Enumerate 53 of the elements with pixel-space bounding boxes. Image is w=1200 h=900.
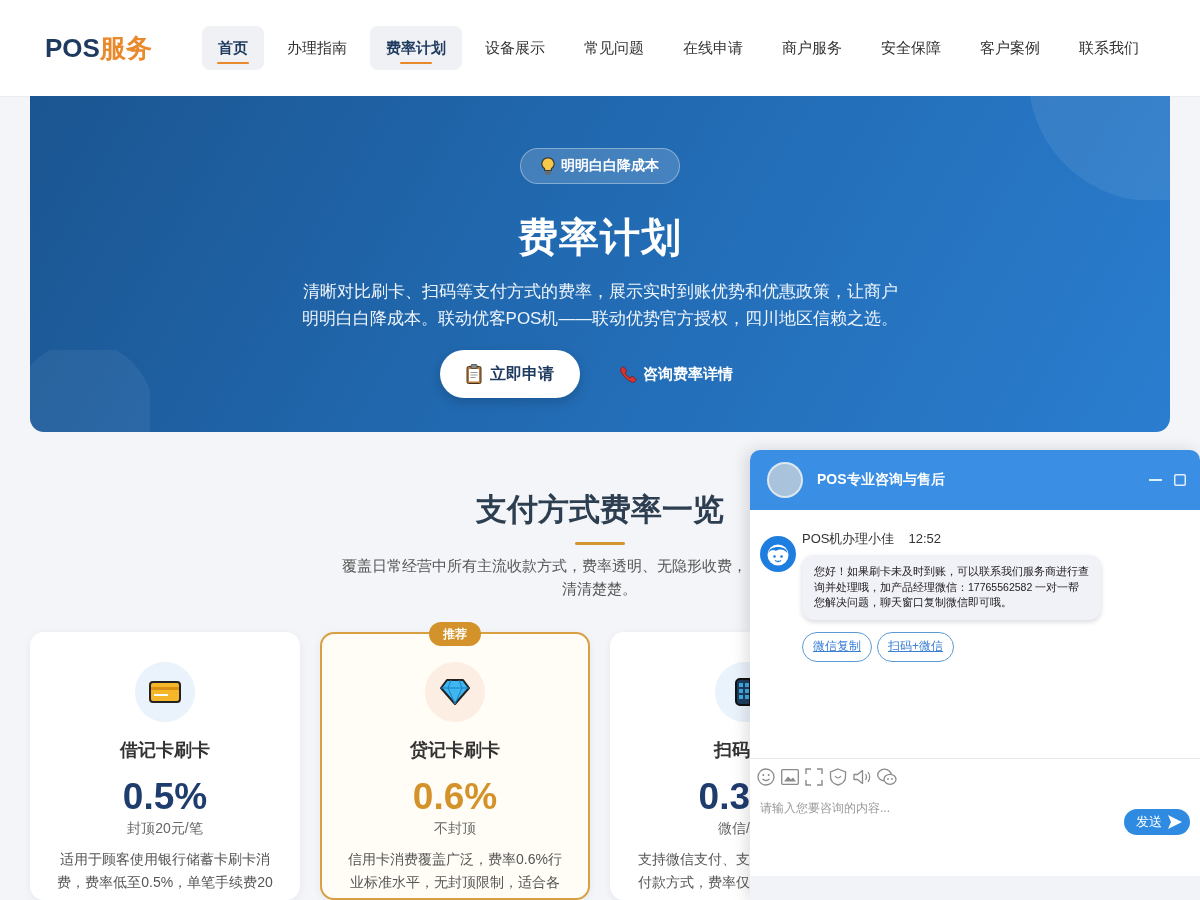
rate-note: 不封顶: [434, 819, 476, 838]
chat-title: POS专业咨询与售后: [817, 471, 945, 489]
shield-icon[interactable]: [829, 767, 847, 786]
nav-link[interactable]: 办理指南: [270, 26, 363, 70]
card-title: 扫码: [714, 739, 750, 762]
recommended-badge: 推荐: [429, 622, 481, 646]
card-title: 借记卡刷卡: [120, 739, 210, 762]
nav-link[interactable]: 商户服务: [765, 26, 858, 70]
rate-note: 封顶20元/笔: [127, 819, 203, 838]
avatar-placeholder: [767, 462, 803, 498]
logo[interactable]: POS服务: [45, 32, 152, 64]
grid-icon: [715, 662, 750, 722]
consult-link[interactable]: 咨询费率详情: [619, 364, 733, 384]
rate-note: 微信/: [718, 819, 750, 838]
fullscreen-icon[interactable]: [805, 767, 823, 786]
nav-link[interactable]: 首页: [201, 26, 264, 70]
card-description: 适用于顾客使用银行储蓄卡刷卡消 费，费率低至0.5%，单笔手续费20: [57, 850, 273, 892]
agent-name: POS机办理小佳: [802, 531, 895, 547]
rate-value: 0.5%: [122, 776, 208, 818]
speaker-icon[interactable]: [853, 767, 871, 786]
apply-button[interactable]: 立即申请: [439, 350, 580, 398]
quick-reply-button[interactable]: 微信复制: [802, 631, 872, 662]
chat-bubbles-icon[interactable]: [877, 767, 897, 786]
agent-avatar-icon: [760, 536, 796, 572]
nav-link[interactable]: 客户案例: [963, 26, 1056, 70]
badge-text: 明明白白降成本: [561, 157, 659, 175]
send-icon: [1168, 815, 1182, 829]
nav-link[interactable]: 设备展示: [468, 26, 561, 70]
nav-link[interactable]: 常见问题: [567, 26, 660, 70]
message-bubble: 您好！如果刷卡未及时到账，可以联系我们服务商进行查 询并处理哦，加产品经理微信：17765562582 一对一帮 您解决问题，聊天窗口复制微信即可哦。: [802, 555, 1101, 620]
emoji-icon[interactable]: [757, 767, 775, 786]
message-input[interactable]: 请输入您要咨询的内容...: [760, 798, 1124, 818]
lightbulb-icon: [541, 157, 555, 175]
clipboard-icon: [465, 364, 482, 384]
maximize-icon[interactable]: [1174, 474, 1186, 486]
nav-link[interactable]: 费率计划: [369, 26, 462, 70]
card-description: 支持微信支付、支 付款方式，费率仅: [638, 850, 750, 892]
image-icon[interactable]: [781, 768, 799, 785]
nav-link[interactable]: 联系我们: [1062, 26, 1155, 70]
quick-reply-button[interactable]: 扫码+微信: [877, 631, 954, 662]
nav-link[interactable]: 在线申请: [666, 26, 759, 70]
phone-icon: [619, 365, 637, 383]
section-title: 支付方式费率一览: [476, 491, 724, 529]
hero-title: 费率计划: [518, 214, 682, 261]
card-title: 贷记卡刷卡: [410, 739, 500, 762]
message-time: 12:52: [908, 531, 941, 547]
section-subtitle: 覆盖日常经营中所有主流收款方式，费率透明、无隐形收费， 清清楚楚。: [342, 556, 748, 599]
nav-link[interactable]: 安全保障: [864, 26, 957, 70]
rate-value: 0.6%: [412, 776, 498, 818]
card-description: 信用卡消费覆盖广泛，费率0.6%行 业标准水平，无封顶限制，适合各: [348, 850, 562, 892]
rate-value: 0.3: [698, 776, 750, 818]
hero-description: 清晰对比刷卡、扫码等支付方式的费率，展示实时到账优势和优惠政策，让商户 明明白白降成本。联动优客POS机——联动优势官方授权，四川地区信赖之选。: [301, 281, 899, 330]
send-button[interactable]: 发送: [1124, 809, 1190, 835]
